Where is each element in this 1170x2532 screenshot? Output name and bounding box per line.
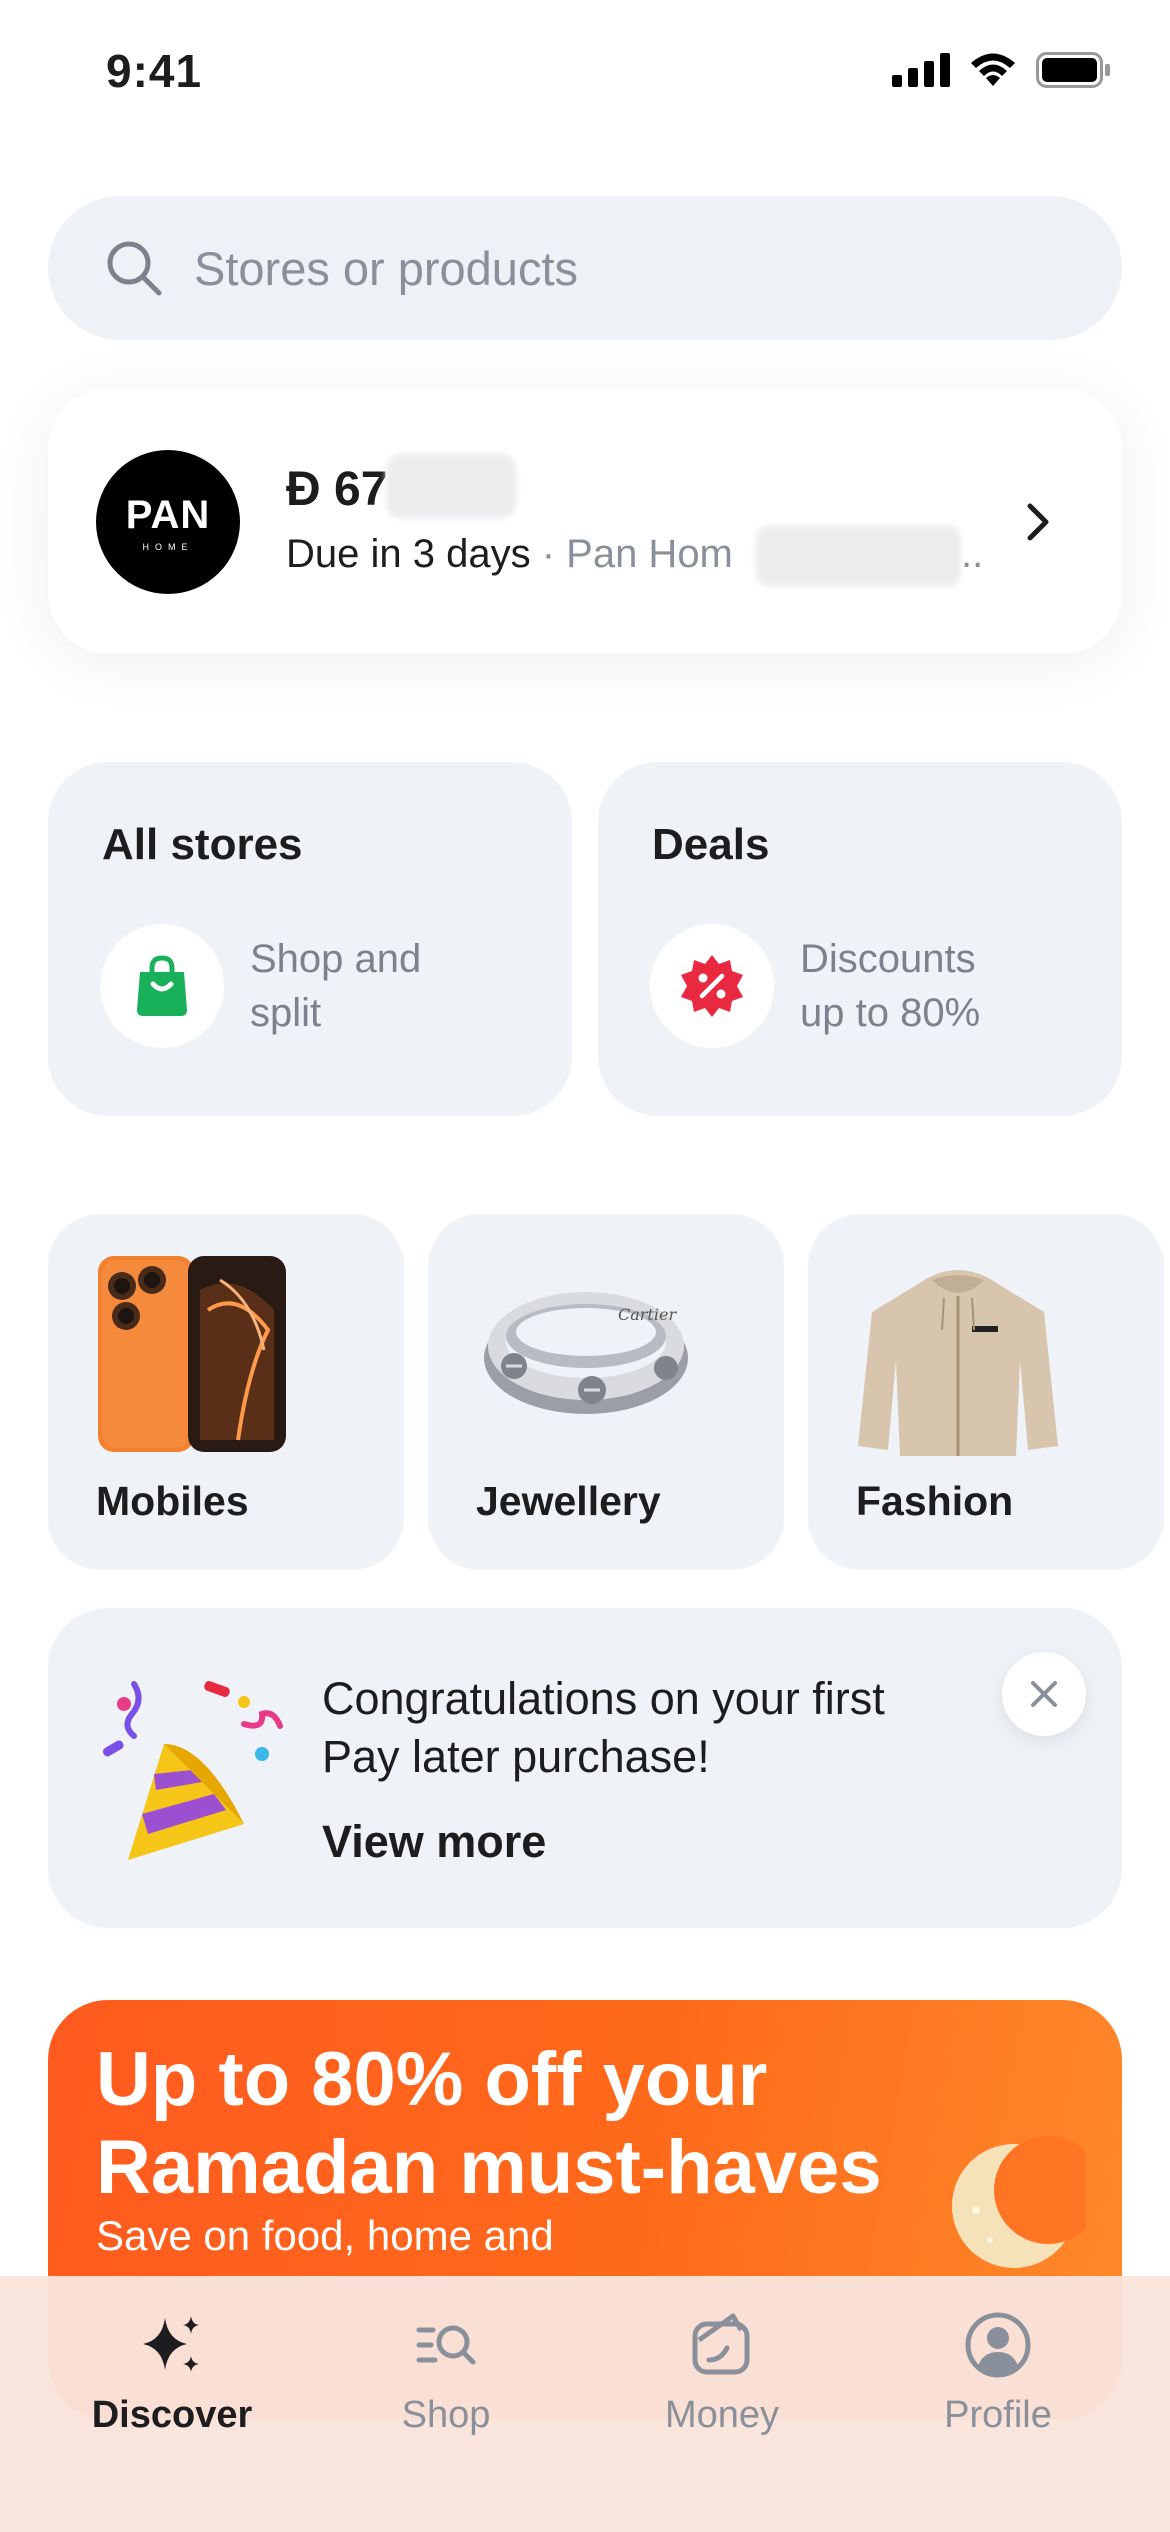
merchant-logo: PAN HOME [96,450,240,594]
due-date-text: Due in 3 days [286,532,531,576]
amount-redaction [386,454,516,518]
due-amount: Đ 67 [286,463,388,516]
due-separator: · [530,532,567,576]
deals-icon-circle [650,924,774,1048]
merchant-ellipsis: .. [961,532,984,576]
all-stores-subtitle-line1: Shop and [250,937,422,981]
tab-label: Shop [401,2394,491,2436]
all-stores-title: All stores [102,820,303,869]
crescent-moon-lamp-icon [952,2136,1086,2294]
promo-title-line1: Up to 80% off your [96,2037,768,2122]
status-time: 9:41 [106,45,203,97]
bottom-tab-bar: Discover Shop Money Profile [0,2276,1170,2532]
close-banner-button[interactable] [1002,1652,1086,1736]
party-popper-icon [102,1680,283,1860]
deals-subtitle-line1: Discounts [800,937,976,981]
close-icon [1031,1681,1057,1707]
category-fashion[interactable]: Fashion [808,1214,1164,1570]
search-icon [107,241,162,296]
tab-label: Money [664,2394,780,2436]
wallet-icon [692,2313,750,2375]
merchant-logo-subtext: HOME [142,541,194,552]
due-details: Due in 3 days · Pan Hom [286,532,733,577]
promo-title: Up to 80% off your Ramadan must-haves [96,2036,996,2212]
status-bar: 9:41 [0,0,1170,150]
view-more-link[interactable]: View more [322,1816,546,1868]
category-jewellery[interactable]: Cartier Jewellery [428,1214,784,1570]
promo-title-line2: Ramadan must-haves [96,2125,882,2210]
tab-label: Profile [944,2394,1052,2436]
cellular-signal-icon [892,53,950,87]
wifi-icon [971,53,1015,86]
sparkles-icon [143,2316,199,2372]
all-stores-tile[interactable]: All stores Shop and split [48,762,572,1116]
congratulations-line2: Pay later purchase! [322,1731,710,1782]
all-stores-subtitle: Shop and split [250,932,510,1040]
tab-money[interactable]: Money [602,2310,842,2437]
category-label: Jewellery [476,1478,661,1524]
promo-subtitle: Save on food, home and [96,2212,554,2259]
all-stores-icon-circle [100,924,224,1048]
congratulations-line1: Congratulations on your first [322,1673,885,1724]
tab-shop[interactable]: Shop [326,2310,566,2437]
congratulations-banner: Congratulations on your first Pay later … [48,1608,1122,1928]
tab-profile[interactable]: Profile [878,2310,1118,2437]
deals-subtitle: Discounts up to 80% [800,932,1060,1040]
ring-engraving: Cartier [618,1305,677,1324]
deals-tile[interactable]: Deals Discounts up to 80% [598,762,1122,1116]
shop-search-icon [416,2325,476,2365]
deals-title: Deals [652,820,770,869]
profile-icon [965,2312,1031,2378]
deals-subtitle-line2: up to 80% [800,991,981,1035]
status-icons [892,52,1112,88]
congratulations-message: Congratulations on your first Pay later … [322,1670,1022,1786]
tab-discover[interactable]: Discover [52,2310,292,2437]
category-mobiles[interactable]: Mobiles [48,1214,404,1570]
category-label: Mobiles [96,1478,249,1524]
chevron-right-icon [1027,503,1049,541]
merchant-redaction [756,526,961,586]
battery-icon [1036,52,1110,88]
shopping-bag-icon [137,955,187,1016]
tab-label: Discover [91,2394,253,2436]
search-placeholder: Stores or products [194,241,579,295]
all-stores-subtitle-line2: split [250,991,322,1035]
merchant-name: Pan Hom [566,532,733,576]
phone-image [98,1256,286,1452]
category-label: Fashion [856,1478,1014,1524]
upcoming-payment-card[interactable]: PAN HOME Đ 67 Due in 3 days · Pan Hom .. [48,388,1122,654]
merchant-logo-text: PAN [125,492,211,537]
discount-badge-icon [681,955,743,1017]
hoodie-image [858,1270,1058,1456]
search-bar[interactable]: Stores or products [48,196,1122,340]
ring-image: Cartier [484,1292,688,1414]
